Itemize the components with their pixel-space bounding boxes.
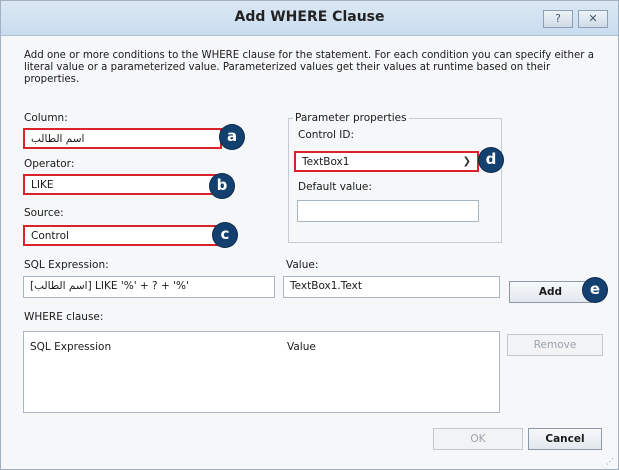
badge-d: d — [479, 148, 503, 172]
badge-b: b — [210, 174, 234, 198]
operator-value: LIKE — [31, 179, 54, 191]
control-id-value: TextBox1 — [302, 156, 350, 168]
control-id-label: Control ID: — [298, 129, 355, 141]
value-input[interactable]: TextBox1.Text — [283, 276, 500, 298]
value-text: TextBox1.Text — [290, 280, 363, 292]
column-header-sql-expression[interactable]: SQL Expression — [30, 341, 111, 353]
sql-expression-label: SQL Expression: — [24, 259, 109, 271]
column-label: Column: — [24, 112, 68, 124]
control-id-dropdown[interactable]: TextBox1 ❯ — [294, 151, 479, 172]
default-value-input[interactable] — [297, 200, 479, 222]
source-label: Source: — [24, 207, 64, 219]
help-icon: ? — [555, 12, 561, 25]
add-button[interactable]: Add — [509, 281, 592, 303]
operator-label: Operator: — [24, 158, 75, 170]
resize-grip-icon[interactable]: ⋰ — [606, 457, 614, 466]
operator-dropdown[interactable]: LIKE — [23, 174, 222, 195]
dialog-title: Add WHERE Clause — [234, 9, 385, 25]
parameter-properties-legend: Parameter properties — [293, 112, 409, 124]
cancel-button[interactable]: Cancel — [528, 428, 602, 450]
badge-c: c — [213, 223, 237, 247]
close-icon: ✕ — [588, 12, 598, 25]
badge-e: e — [583, 278, 607, 302]
intro-text: Add one or more conditions to the WHERE … — [24, 50, 594, 85]
sql-expression-input[interactable]: [اسم الطالب] LIKE '%' + ? + '%' — [23, 276, 275, 298]
column-header-value[interactable]: Value — [287, 341, 316, 353]
help-button[interactable]: ? — [543, 10, 573, 28]
remove-button[interactable]: Remove — [507, 334, 603, 356]
value-label: Value: — [286, 259, 319, 271]
badge-a: a — [220, 125, 244, 149]
where-clause-label: WHERE clause: — [24, 311, 104, 323]
add-where-clause-dialog: Add WHERE Clause ? ✕ Add one or more con… — [0, 0, 619, 470]
column-dropdown[interactable]: اسم الطالب — [23, 128, 222, 149]
ok-button[interactable]: OK — [433, 428, 523, 450]
source-value: Control — [31, 230, 69, 242]
source-dropdown[interactable]: Control — [23, 225, 222, 246]
chevron-down-icon: ❯ — [462, 156, 471, 167]
column-value: اسم الطالب — [31, 133, 85, 145]
close-button[interactable]: ✕ — [578, 10, 608, 28]
where-clause-list[interactable]: SQL Expression Value — [23, 331, 500, 413]
sql-expression-value: [اسم الطالب] LIKE '%' + ? + '%' — [30, 280, 189, 292]
default-value-label: Default value: — [298, 181, 372, 193]
title-bar: Add WHERE Clause ? ✕ — [1, 1, 618, 36]
